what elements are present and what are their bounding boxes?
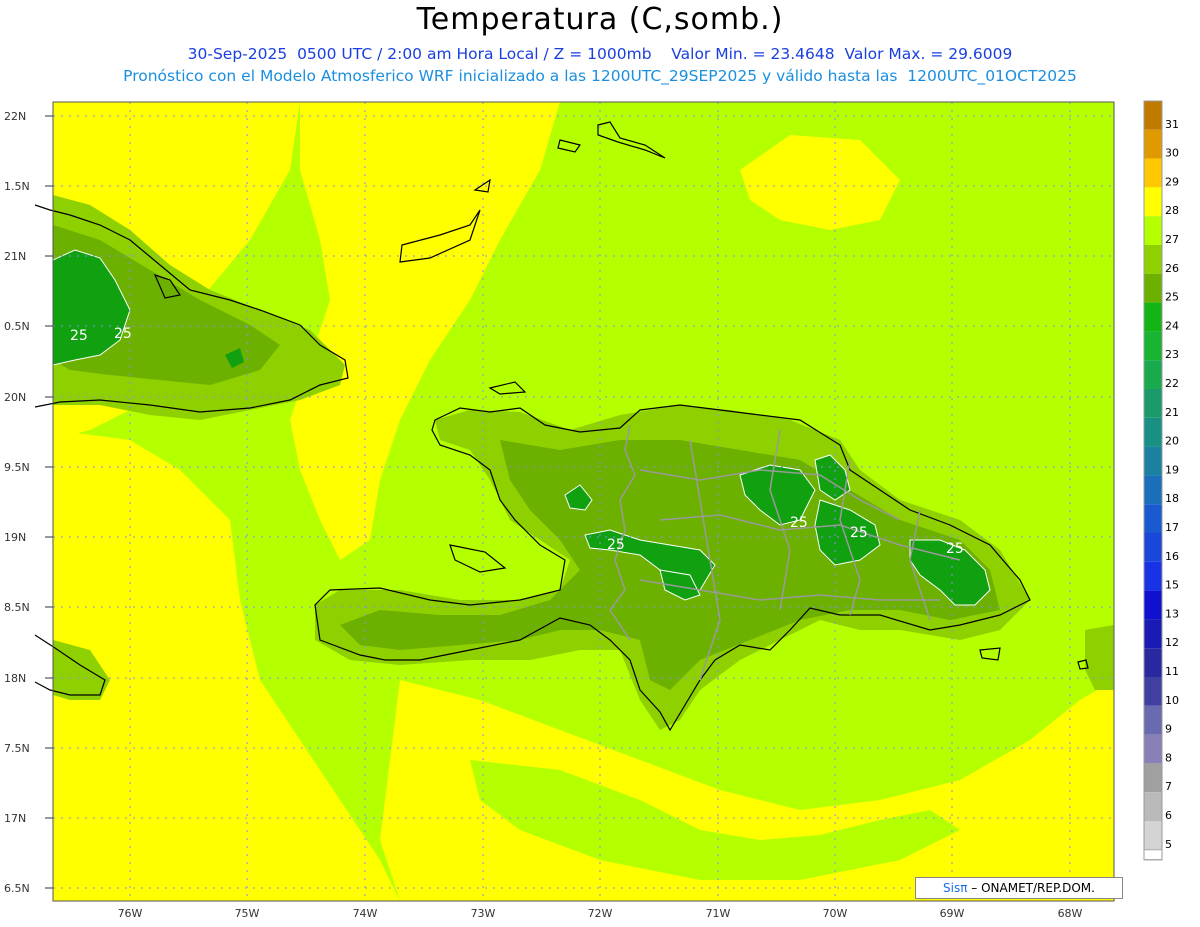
- colorbar-label: 20: [1165, 435, 1179, 448]
- colorbar-swatch: [1144, 129, 1162, 159]
- colorbar-label: 28: [1165, 204, 1179, 217]
- colorbar-label: 16: [1165, 550, 1179, 563]
- lon-label: 71W: [706, 907, 731, 920]
- colorbar-label: 24: [1165, 319, 1179, 332]
- colorbar-swatch: [1144, 331, 1162, 361]
- colorbar-label: 30: [1165, 147, 1179, 160]
- colorbar-swatch: [1144, 273, 1162, 303]
- lat-label: 9.5N: [4, 461, 30, 474]
- colorbar-swatch: [1143, 849, 1163, 861]
- colorbar-label: 12: [1165, 636, 1179, 649]
- latitude-axis: 22N 1.5N 21N 0.5N 20N 9.5N 19N 8.5N 18N …: [4, 110, 53, 895]
- contour-label: 25: [607, 537, 625, 553]
- colorbar-label: 15: [1165, 579, 1179, 592]
- colorbar-swatch: [1144, 792, 1162, 821]
- colorbar-swatch: [1144, 360, 1162, 389]
- lat-label: 21N: [4, 250, 26, 263]
- lon-label: 73W: [471, 907, 496, 920]
- lat-label: 8.5N: [4, 601, 30, 614]
- lat-label: 7.5N: [4, 742, 30, 755]
- colorbar-swatch: [1144, 734, 1162, 764]
- colorbar-swatch: [1144, 763, 1162, 793]
- colorbar-swatch: [1144, 821, 1162, 850]
- colorbar-label: 27: [1165, 233, 1179, 246]
- colorbar-label: 8: [1165, 751, 1172, 764]
- colorbar-swatch: [1144, 302, 1162, 332]
- colorbar-swatch: [1144, 590, 1162, 620]
- colorbar-label: 21: [1165, 406, 1179, 419]
- colorbar-swatch: [1144, 561, 1162, 591]
- colorbar-swatch: [1144, 677, 1162, 706]
- lat-label: 1.5N: [4, 180, 30, 193]
- colorbar-label: 25: [1165, 291, 1179, 304]
- colorbar-label: 7: [1165, 780, 1172, 793]
- colorbar-swatch: [1144, 705, 1162, 735]
- colorbar-label: 13: [1165, 607, 1179, 620]
- colorbar-label: 11: [1165, 665, 1179, 678]
- colorbar-swatch: [1144, 504, 1162, 533]
- colorbar-label: 17: [1165, 521, 1179, 534]
- colorbar-swatch: [1144, 389, 1162, 418]
- lat-label: 19N: [4, 531, 26, 544]
- brand-logo-text: Sisπ: [943, 881, 968, 895]
- lon-label: 74W: [353, 907, 378, 920]
- lat-label: 6.5N: [4, 882, 30, 895]
- colorbar-swatch: [1144, 446, 1162, 476]
- colorbar-label: 19: [1165, 463, 1179, 476]
- contour-label: 25: [946, 541, 964, 557]
- contour-label: 25: [70, 328, 88, 344]
- lat-label: 17N: [4, 812, 26, 825]
- colorbar-label: 18: [1165, 492, 1179, 505]
- temperature-map: 25 25 25 25 25 25 22N 1.5N 21N 0.5N 20N …: [4, 100, 1179, 920]
- colorbar-label: 26: [1165, 262, 1179, 275]
- colorbar-swatch: [1144, 475, 1162, 505]
- colorbar-label: 10: [1165, 694, 1179, 707]
- lon-label: 68W: [1058, 907, 1083, 920]
- lon-label: 72W: [588, 907, 613, 920]
- colorbar-label: 23: [1165, 348, 1179, 361]
- longitude-axis: 76W 75W 74W 73W 72W 71W 70W 69W 68W: [118, 907, 1083, 920]
- contour-label: 25: [114, 326, 132, 342]
- colorbar-swatch: [1144, 619, 1162, 649]
- lat-label: 18N: [4, 672, 26, 685]
- colorbar-swatch: [1144, 245, 1162, 274]
- colorbar-label: 5: [1165, 838, 1172, 851]
- credit-box: Sisπ – ONAMET/REP.DOM.: [915, 877, 1123, 899]
- colorbar-swatch: [1144, 187, 1162, 217]
- colorbar: 31 30 29 28 27 26 25 24 23 22 21 20 19 18 17 16 15 13 12 11…: [1143, 100, 1179, 861]
- lat-label: 0.5N: [4, 320, 30, 333]
- lon-label: 70W: [823, 907, 848, 920]
- lat-label: 22N: [4, 110, 26, 123]
- colorbar-label: 22: [1165, 377, 1179, 390]
- colorbar-swatch: [1144, 216, 1162, 245]
- lon-label: 75W: [235, 907, 260, 920]
- lon-label: 76W: [118, 907, 143, 920]
- lat-label: 20N: [4, 391, 26, 404]
- colorbar-swatch: [1144, 648, 1162, 677]
- colorbar-swatch: [1144, 417, 1162, 447]
- colorbar-swatch: [1144, 158, 1162, 188]
- colorbar-label: 6: [1165, 809, 1172, 822]
- colorbar-label: 29: [1165, 175, 1179, 188]
- contour-label: 25: [850, 525, 868, 541]
- colorbar-swatch: [1144, 101, 1162, 130]
- colorbar-swatch: [1144, 533, 1162, 562]
- colorbar-label: 9: [1165, 723, 1172, 736]
- colorbar-label: 31: [1165, 118, 1179, 131]
- lon-label: 69W: [940, 907, 965, 920]
- contour-label: 25: [790, 515, 808, 531]
- credit-org: – ONAMET/REP.DOM.: [971, 881, 1095, 895]
